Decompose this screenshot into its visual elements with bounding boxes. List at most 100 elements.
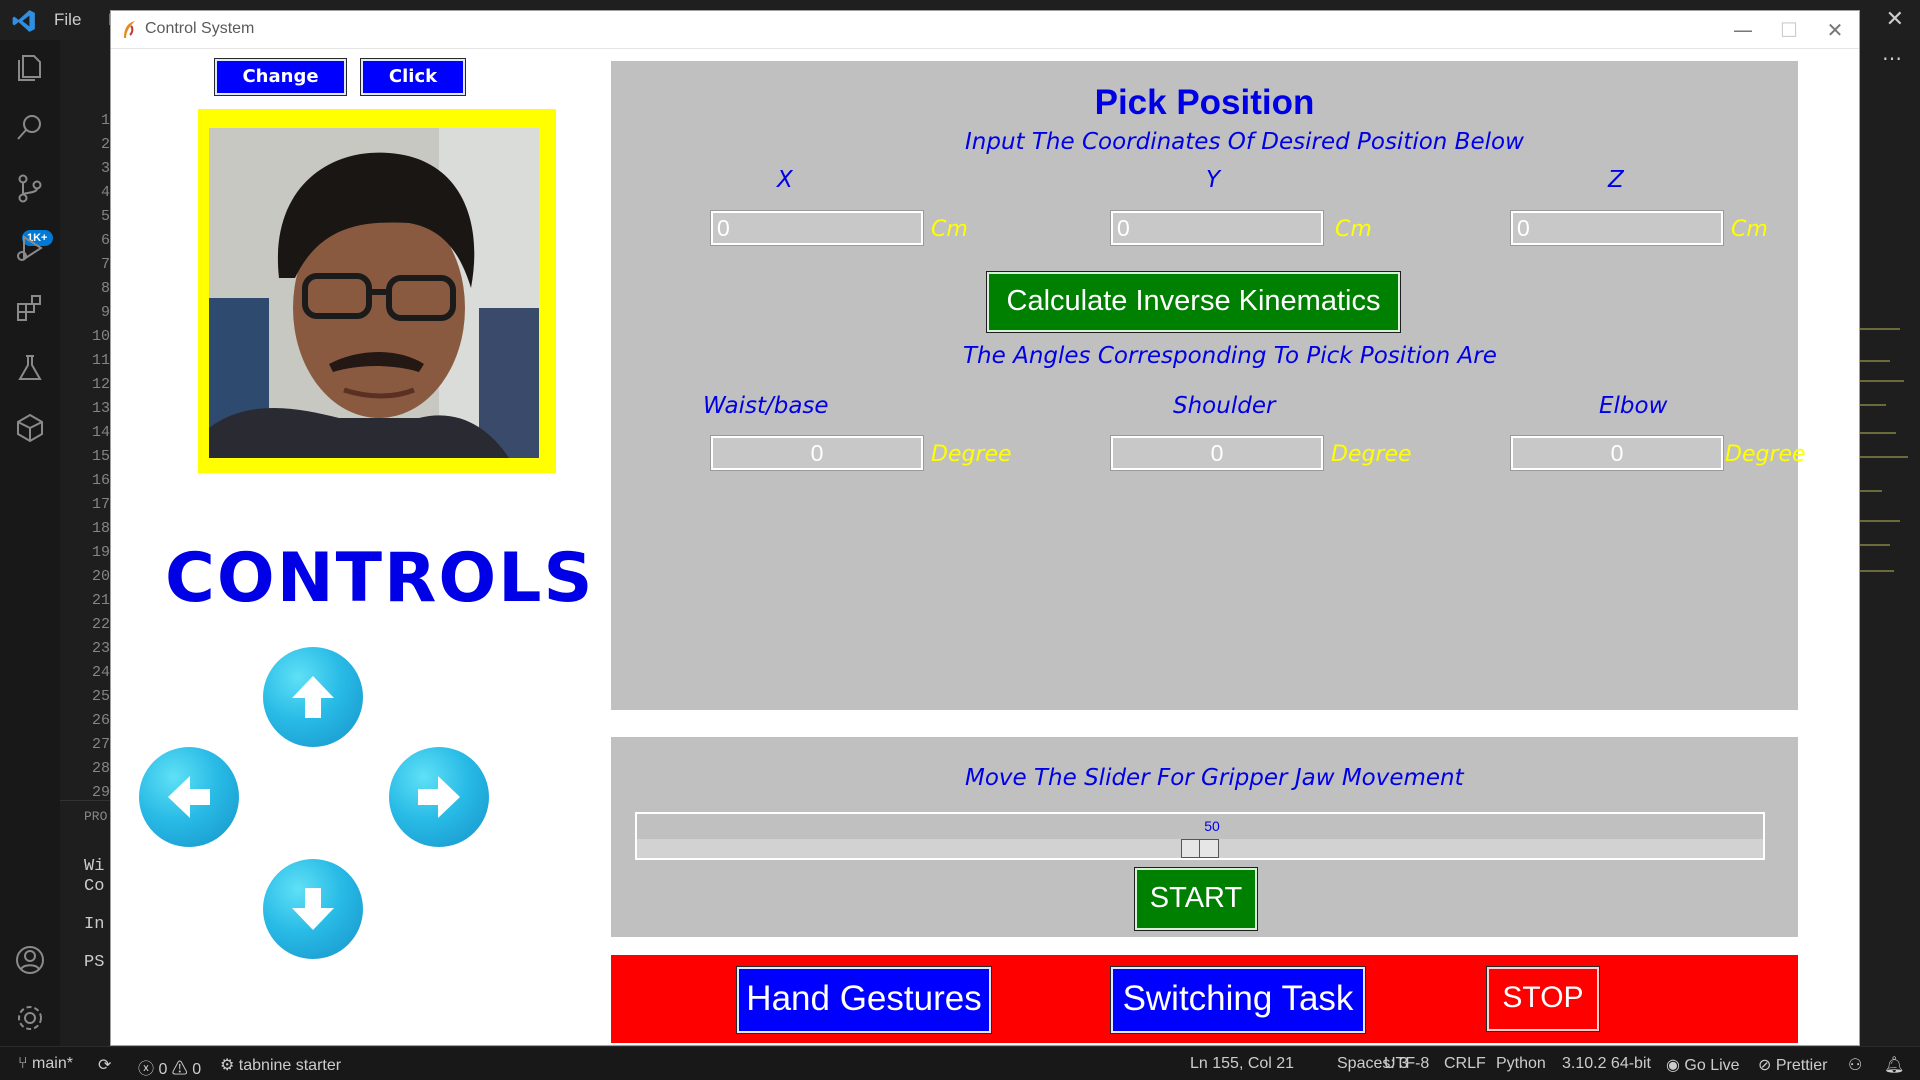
explorer-icon[interactable] <box>14 52 46 84</box>
account-icon[interactable] <box>14 944 46 976</box>
waist-angle-unit: Degree <box>931 442 1012 467</box>
line-number: 1 <box>100 112 110 129</box>
z-unit-label: Cm <box>1731 217 1768 242</box>
stop-button[interactable]: STOP <box>1486 966 1600 1032</box>
line-number-gutter: 1 2 3 4 5 6 7 8 9 10 11 12 13 14 15 16 1… <box>60 40 110 801</box>
testing-icon[interactable] <box>14 352 46 384</box>
search-icon[interactable] <box>14 112 46 144</box>
calculate-inverse-kinematics-button[interactable]: Calculate Inverse Kinematics <box>986 271 1401 333</box>
line-number: 19 <box>91 544 110 561</box>
menu-file[interactable]: File <box>54 10 81 29</box>
vscode-close-icon[interactable]: ✕ <box>1886 6 1904 32</box>
elbow-label: Elbow <box>1599 393 1668 419</box>
prettier-status[interactable]: ⊘ Prettier <box>1758 1055 1827 1075</box>
tabnine-status[interactable]: ⚙ tabnine starter <box>220 1055 341 1075</box>
line-number: 22 <box>91 616 110 633</box>
extensions-icon[interactable] <box>14 292 46 324</box>
hand-gestures-button[interactable]: Hand Gestures <box>736 966 992 1034</box>
problems-indicator[interactable]: ⓧ 0 ⚠ 0 <box>138 1055 201 1079</box>
remote-explorer-icon[interactable] <box>14 412 46 444</box>
interpreter-status[interactable]: 3.10.2 64-bit <box>1562 1055 1651 1073</box>
line-number: 4 <box>100 184 110 201</box>
click-picture-button[interactable]: Click Picture <box>360 58 466 119</box>
terminal-panel: PRO Wi Co In PS <box>60 800 110 1046</box>
z-coordinate-input[interactable]: 0 <box>1510 210 1724 246</box>
line-number: 13 <box>91 400 110 417</box>
notifications-bell-icon[interactable]: 🔔︎ <box>1884 1055 1904 1075</box>
angles-heading: The Angles Corresponding To Pick Positio… <box>963 343 1497 369</box>
line-number: 21 <box>91 592 110 609</box>
line-number: 16 <box>91 472 110 489</box>
shoulder-label: Shoulder <box>1173 393 1276 419</box>
line-number: 27 <box>91 736 110 753</box>
slider-handle[interactable] <box>1181 839 1219 858</box>
pick-position-heading: Pick Position <box>1094 83 1315 122</box>
action-bar: Hand Gestures Switching Task STOP <box>611 955 1798 1043</box>
gripper-slider[interactable]: 50 <box>635 812 1765 860</box>
x-coordinate-input[interactable]: 0 <box>710 210 924 246</box>
encoding-status[interactable]: UTF-8 <box>1384 1055 1429 1073</box>
waist-base-label: Waist/base <box>703 393 829 419</box>
terminal-line: In <box>84 915 105 934</box>
line-number: 8 <box>100 280 110 297</box>
line-number: 11 <box>91 352 110 369</box>
more-actions-icon[interactable]: ⋯ <box>1882 46 1902 71</box>
camera-frame <box>198 109 556 473</box>
terminal-line: PS <box>84 953 105 972</box>
arrow-down-button[interactable] <box>263 859 363 959</box>
y-coordinate-input[interactable]: 0 <box>1110 210 1324 246</box>
change-camera-button[interactable]: Change Camera <box>214 58 347 119</box>
start-button[interactable]: START <box>1134 867 1258 931</box>
tk-feather-icon <box>124 21 135 38</box>
window-title: Control System <box>145 20 255 37</box>
vscode-statusbar: ⑂ main* ⟳ ⓧ 0 ⚠ 0 ⚙ tabnine starter Ln 1… <box>0 1046 1920 1080</box>
maximize-icon[interactable]: ☐ <box>1765 15 1813 45</box>
line-number: 24 <box>91 664 110 681</box>
slider-value-label: 50 <box>1204 818 1220 834</box>
editor-minimap <box>1860 320 1910 580</box>
close-icon[interactable]: ✕ <box>1811 15 1859 45</box>
x-unit-label: Cm <box>931 217 968 242</box>
line-number: 15 <box>91 448 110 465</box>
line-number: 3 <box>100 160 110 177</box>
elbow-angle-unit: Degree <box>1725 442 1806 467</box>
language-mode[interactable]: Python <box>1496 1055 1546 1073</box>
y-unit-label: Cm <box>1335 217 1372 242</box>
eol-status[interactable]: CRLF <box>1444 1055 1486 1073</box>
line-number: 2 <box>100 136 110 153</box>
activity-bar: 1K+ <box>0 40 60 1046</box>
camera-feed-image <box>209 128 539 458</box>
sync-icon[interactable]: ⟳ <box>98 1055 111 1075</box>
line-number: 26 <box>91 712 110 729</box>
arrow-right-button[interactable] <box>389 747 489 847</box>
arrow-left-icon <box>168 776 210 818</box>
panel-tab-problems[interactable]: PRO <box>84 809 107 824</box>
arrow-down-icon <box>292 888 334 930</box>
shoulder-angle-unit: Degree <box>1331 442 1412 467</box>
minimize-icon[interactable]: — <box>1719 15 1767 45</box>
arrow-up-icon <box>292 676 334 718</box>
line-number: 17 <box>91 496 110 513</box>
arrow-left-button[interactable] <box>139 747 239 847</box>
x-label: X <box>777 167 793 193</box>
shoulder-angle-output: 0 <box>1110 435 1324 471</box>
arrow-right-icon <box>418 776 460 818</box>
line-number: 23 <box>91 640 110 657</box>
control-system-window: Control System — ☐ ✕ Change Camera Click… <box>110 10 1860 1046</box>
branch-indicator[interactable]: ⑂ main* <box>18 1055 73 1073</box>
line-number: 20 <box>91 568 110 585</box>
terminal-line: Wi <box>84 857 105 876</box>
cursor-position[interactable]: Ln 155, Col 21 <box>1190 1055 1294 1073</box>
elbow-angle-output: 0 <box>1510 435 1724 471</box>
source-control-icon[interactable] <box>14 172 46 204</box>
go-live-button[interactable]: ◉ Go Live <box>1666 1055 1740 1075</box>
switching-task-button[interactable]: Switching Task <box>1110 966 1366 1034</box>
accounts-status-icon[interactable]: ⚇ <box>1848 1055 1862 1075</box>
app-titlebar: Control System — ☐ ✕ <box>111 11 1859 49</box>
arrow-up-button[interactable] <box>263 647 363 747</box>
line-number: 28 <box>91 760 110 777</box>
run-debug-icon[interactable] <box>14 232 46 264</box>
settings-gear-icon[interactable] <box>14 1002 46 1034</box>
z-label: Z <box>1608 167 1624 193</box>
gripper-instruction: Move The Slider For Gripper Jaw Movement <box>965 765 1464 791</box>
